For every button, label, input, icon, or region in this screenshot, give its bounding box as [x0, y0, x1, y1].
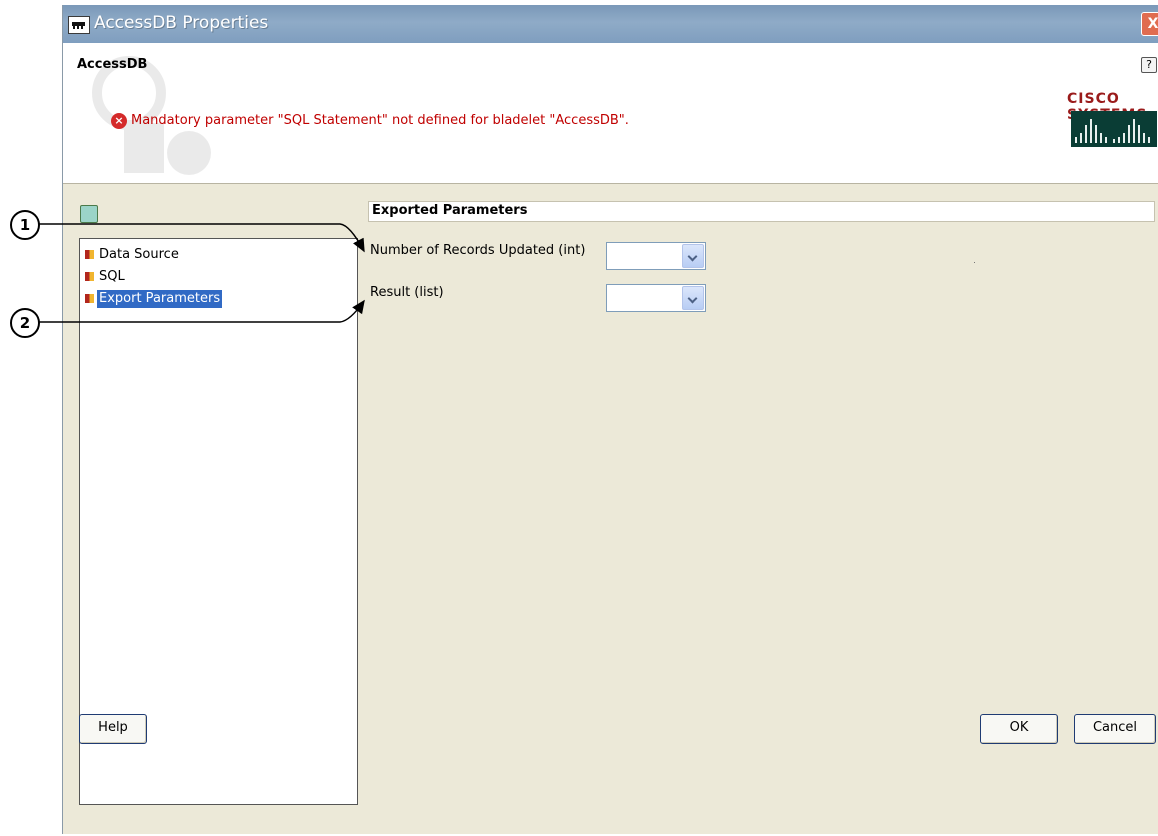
- callout-1: 1: [10, 210, 40, 240]
- callout-2: 2: [10, 308, 40, 338]
- callout-leaders: [37, 223, 365, 323]
- callout-1-leader: [37, 223, 365, 253]
- callout-2-leader: [37, 299, 365, 323]
